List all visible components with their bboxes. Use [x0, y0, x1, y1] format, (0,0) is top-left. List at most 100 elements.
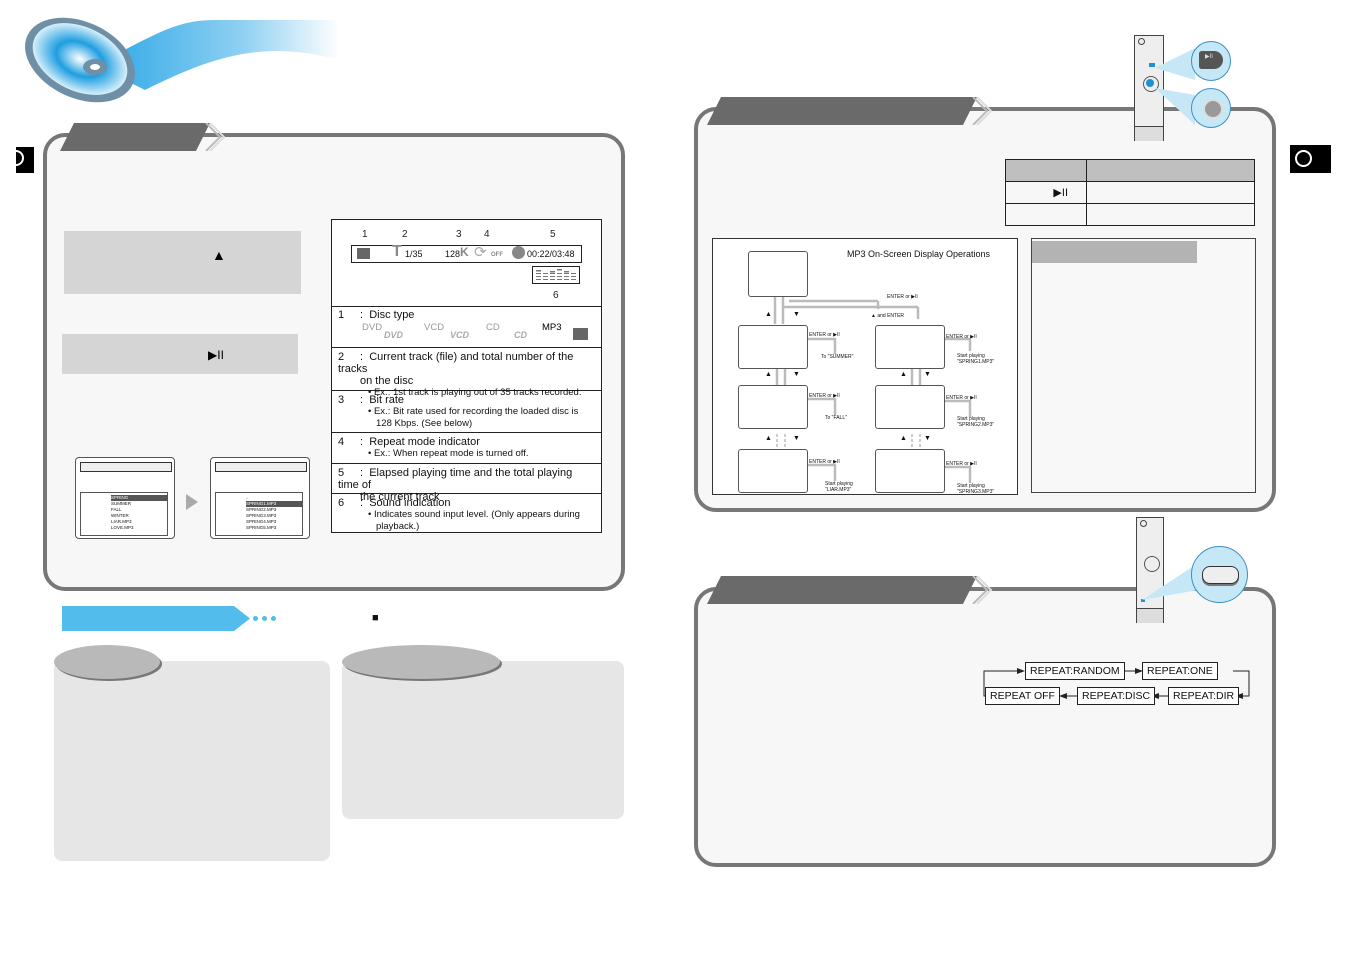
flow-label: ENTER or ▶II — [946, 461, 977, 467]
up-arrow-icon: ▲ — [765, 435, 772, 442]
flow-label: ▲ and ENTER — [871, 313, 905, 319]
right-note-box — [1031, 238, 1256, 493]
callout-4: 4 — [484, 229, 490, 240]
bitrate-unit: K — [460, 245, 469, 259]
table-cell — [1086, 159, 1255, 182]
row-title: Current track (file) and total number of… — [338, 351, 574, 375]
disc-type-mp3: MP3 — [542, 322, 562, 333]
row-title: Elapsed playing time and the total playi… — [338, 467, 573, 491]
flow-label: "SPRING3.MP3" — [957, 489, 995, 495]
flow-label: ENTER or ▶II — [809, 332, 840, 338]
disc-type-dvd: DVD — [362, 322, 383, 333]
cd-logo-icon: CD — [514, 330, 527, 340]
row-number: 3 — [338, 394, 345, 406]
row-number: 4 — [338, 436, 345, 448]
row-title: Bit rate — [369, 394, 405, 406]
table-cell — [1005, 159, 1087, 182]
right-bottom-title-banner — [707, 576, 977, 604]
up-arrow-icon: ▲ — [900, 371, 907, 378]
mp3-osd-flow-diagram: MP3 On-Screen Display Operations ▲ ▼ ▲ ▼… — [712, 238, 1018, 495]
right-note-box-header — [1032, 241, 1197, 263]
repeat-state: OFF — [491, 252, 503, 258]
track-value: 1/35 — [405, 249, 423, 259]
clock-icon — [512, 246, 525, 259]
flow-screen-spring3 — [875, 449, 945, 493]
row-title: Repeat mode indicator — [369, 436, 480, 448]
file-list-item: LOVE.MP3 — [111, 525, 134, 530]
bullet: • — [368, 406, 372, 417]
table-row — [1005, 203, 1255, 226]
flow-screen-fall — [738, 385, 808, 429]
table-row: ▶II — [1005, 181, 1255, 204]
table-cell — [1086, 181, 1255, 204]
flow-label: "LIAR.MP3" — [825, 487, 852, 493]
down-arrow-icon: ▼ — [793, 371, 800, 378]
osd-row-bitrate: 3: Bit rate • Ex.: Bit rate used for rec… — [332, 391, 601, 433]
up-arrow-icon: ▲ — [765, 371, 772, 378]
row-number: 6 — [338, 497, 345, 509]
play-pause-icon: ▶II — [208, 348, 224, 362]
down-arrow-icon: ▼ — [793, 435, 800, 442]
table-header-row — [1005, 159, 1255, 182]
banner-dot — [271, 616, 276, 621]
row-number: 2 — [338, 351, 345, 363]
row-title: Disc type — [369, 309, 415, 321]
play-pause-icon: ▶II — [1205, 54, 1213, 60]
up-arrow-icon: ▲ — [765, 311, 772, 318]
repeat-mode-one: REPEAT:ONE — [1142, 662, 1218, 680]
left-panel-title-banner — [60, 123, 210, 151]
banner-chevron-icon — [205, 123, 226, 151]
osd-status-bar: T 1/35 128 K ⟳ OFF 00:22/03:48 — [351, 243, 582, 263]
flow-screen-root — [748, 251, 808, 297]
stop-icon: ■ — [372, 612, 379, 624]
flow-label: ENTER or ▶II — [946, 334, 977, 340]
play-pause-callout: ▶II — [1191, 41, 1231, 81]
disc-type-vcd: VCD — [424, 322, 445, 333]
separator: : — [360, 351, 364, 363]
callout-6: 6 — [553, 290, 559, 301]
sound-level-icon — [532, 266, 580, 284]
row-number: 5 — [338, 467, 345, 479]
mini-screen-before: SPRING SUMMER FALL WINTER LIAR.MP3 LOVE.MP3 — [75, 457, 175, 539]
banner-dot — [253, 616, 258, 621]
arrow-right-icon — [186, 494, 198, 510]
button-table: ▶II — [1005, 159, 1255, 226]
flow-screen-summer — [738, 325, 808, 369]
note-panel-left-tab — [54, 645, 160, 679]
note-panel-right — [342, 661, 624, 819]
section-marker-right — [1290, 145, 1331, 173]
osd-row-disc-type: 1: Disc type DVD DVD VCD VCD CD CD MP3 — [332, 306, 601, 348]
callout-3: 3 — [456, 229, 462, 240]
instruction-box-play: ▶II — [62, 334, 298, 374]
row-note-cont: playback.) — [376, 521, 420, 532]
banner-chevron-icon — [972, 97, 993, 125]
row-title: Sound indication — [369, 497, 451, 509]
note-banner — [62, 606, 250, 631]
row-note: Indicates sound input level. (Only appea… — [373, 509, 580, 520]
row-note-cont: 128 Kbps. (See below) — [376, 418, 473, 429]
flow-label: ENTER or ▶II — [809, 459, 840, 465]
flow-label: To "FALL" — [825, 415, 847, 421]
callout-5: 5 — [550, 229, 556, 240]
bitrate-value: 128 — [445, 249, 461, 259]
section-marker-left — [8, 147, 34, 173]
up-arrow-icon: ▲ — [900, 435, 907, 442]
osd-row-track: 2: Current track (file) and total number… — [332, 348, 601, 398]
separator: : — [360, 436, 364, 448]
repeat-icon: ⟳ — [474, 244, 487, 261]
note-panel-right-tab — [342, 645, 500, 679]
down-arrow-icon: ▼ — [924, 371, 931, 378]
flow-screen-liar — [738, 449, 808, 493]
osd-row-sound: 6: Sound indication • Indicates sound in… — [332, 494, 601, 532]
right-bottom-panel — [694, 587, 1276, 867]
osd-info-table: 1 2 3 4 5 6 T 1/35 128 K ⟳ OFF 00:22/03:… — [331, 219, 602, 533]
bullet: • — [368, 509, 372, 520]
banner-dot — [262, 616, 267, 621]
eject-icon: ▲ — [212, 247, 226, 263]
row-title-cont: on the disc — [360, 375, 414, 387]
repeat-mode-dir: REPEAT:DIR — [1168, 687, 1240, 705]
down-arrow-icon: ▼ — [793, 311, 800, 318]
repeat-mode-off: REPEAT OFF — [985, 687, 1060, 705]
row-note: Ex.: When repeat mode is turned off. — [373, 448, 529, 459]
repeat-mode-disc: REPEAT:DISC — [1077, 687, 1156, 705]
